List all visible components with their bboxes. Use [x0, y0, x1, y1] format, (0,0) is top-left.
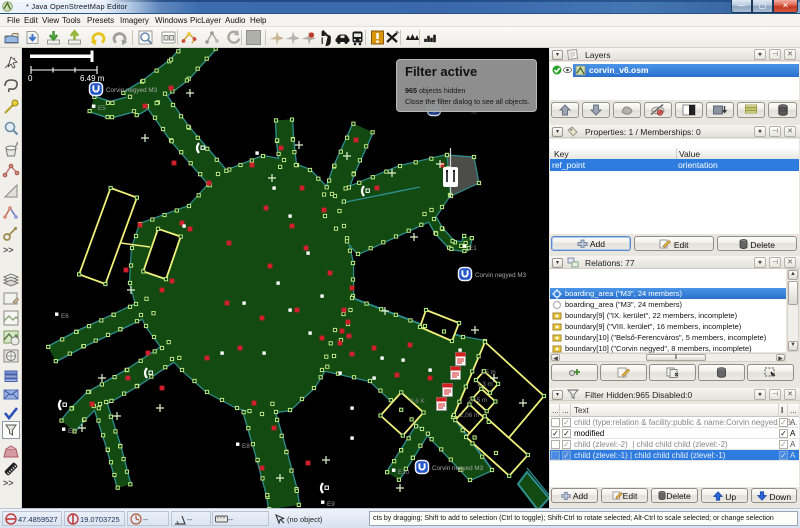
svg-text:Corvin negyed M3: Corvin negyed M3 — [106, 87, 158, 94]
svg-text:0,6 K: 0,6 K — [410, 398, 426, 405]
svg-text:E6: E6 — [61, 313, 69, 320]
svg-text:E8: E8 — [242, 443, 250, 450]
svg-text:E1: E1 — [469, 245, 477, 252]
svg-text:1,3 m: 1,3 m — [477, 381, 493, 388]
svg-text:Corvin negyed M3: Corvin negyed M3 — [432, 465, 484, 472]
svg-text:E5: E5 — [98, 105, 106, 112]
svg-text:E9: E9 — [327, 501, 335, 508]
svg-text:1,5 m: 1,5 m — [480, 369, 496, 376]
svg-text:6.49 m: 6.49 m — [80, 74, 105, 83]
svg-text:2,06 m: 2,06 m — [460, 412, 479, 419]
svg-text:2,15 m: 2,15 m — [468, 397, 487, 404]
svg-text:E7: E7 — [68, 428, 76, 435]
svg-text:Corvin negyed M3: Corvin negyed M3 — [475, 272, 527, 279]
svg-text:E10: E10 — [398, 469, 410, 476]
svg-text:0: 0 — [28, 74, 33, 83]
